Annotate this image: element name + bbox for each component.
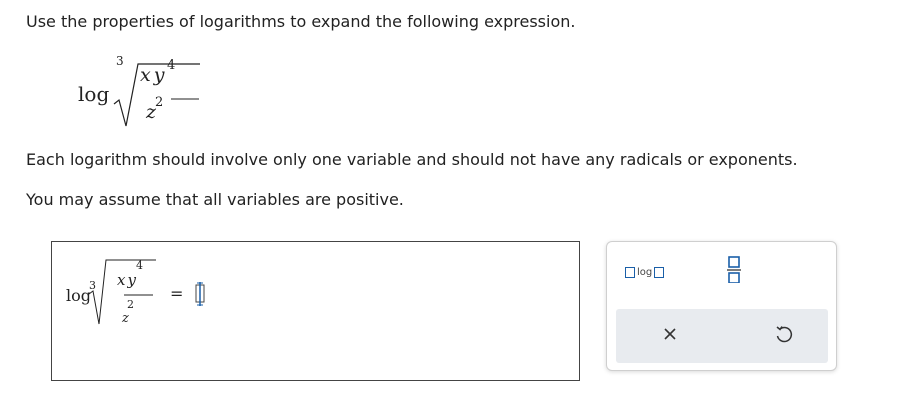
undo-button[interactable]	[774, 324, 794, 348]
numerator-exponent: 4	[167, 58, 176, 73]
answer-input-box[interactable]: log 3 xy 4 z 2 =	[51, 241, 580, 381]
equals-sign: =	[170, 284, 184, 303]
undo-icon	[776, 326, 793, 343]
instruction-expand: Use the properties of logarithms to expa…	[26, 12, 576, 31]
denominator-exponent: 2	[155, 95, 164, 110]
clear-button[interactable]	[662, 326, 678, 346]
log-template-label: log	[637, 266, 653, 278]
given-expression: log 3 xy 4 z 2	[76, 52, 200, 132]
log-base-box-icon	[625, 266, 635, 278]
log-label: log	[78, 82, 110, 106]
fraction-button[interactable]	[727, 255, 741, 287]
math-tool-panel: log	[606, 241, 837, 371]
answer-numerator-exponent: 4	[136, 259, 143, 272]
answer-denominator-z: z	[122, 311, 129, 326]
log-argument-box-icon	[654, 266, 665, 278]
action-bar	[616, 309, 828, 363]
instruction-positive: You may assume that all variables are po…	[26, 190, 404, 209]
close-icon	[664, 328, 676, 340]
answer-input-cursor[interactable]	[193, 282, 207, 306]
numerator-xy: xy	[140, 64, 168, 86]
fraction-icon	[727, 256, 741, 284]
instruction-no-radicals: Each logarithm should involve only one v…	[26, 150, 798, 169]
log-template-button[interactable]: log	[625, 263, 665, 281]
answer-denominator-exponent: 2	[127, 298, 134, 311]
answer-numerator-xy: xy	[117, 271, 138, 289]
